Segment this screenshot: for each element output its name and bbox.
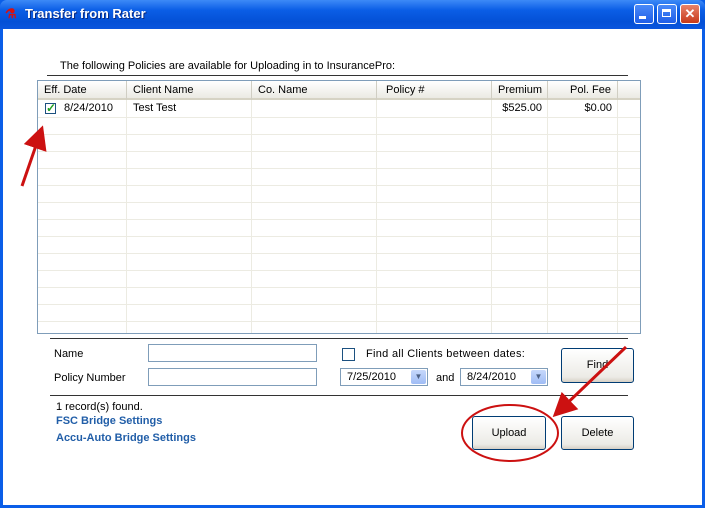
divider <box>50 395 628 396</box>
empty-row <box>38 185 640 203</box>
accu-auto-bridge-settings-link[interactable]: Accu-Auto Bridge Settings <box>56 432 196 444</box>
chevron-down-icon[interactable]: ▼ <box>531 370 546 384</box>
table-row[interactable]: ✓ 8/24/2010 Test Test $525.00 $0.00 <box>38 100 640 118</box>
date-to-value: 8/24/2010 <box>467 371 516 383</box>
empty-row <box>38 287 640 305</box>
chevron-down-icon[interactable]: ▼ <box>411 370 426 384</box>
date-to-select[interactable]: 8/24/2010 ▼ <box>460 368 548 386</box>
date-from-select[interactable]: 7/25/2010 ▼ <box>340 368 428 386</box>
title-bar[interactable]: ⚗ Transfer from Rater ✕ <box>0 0 705 29</box>
col-header-pol-fee[interactable]: Pol. Fee <box>548 81 618 100</box>
col-header-client-name[interactable]: Client Name <box>127 81 252 100</box>
cell-eff-date: 8/24/2010 <box>64 102 113 114</box>
empty-row <box>38 253 640 271</box>
minimize-button[interactable] <box>634 4 654 24</box>
policy-number-input[interactable] <box>148 368 317 386</box>
find-all-checkbox[interactable] <box>342 348 355 361</box>
empty-row <box>38 168 640 186</box>
find-all-label: Find all Clients between dates: <box>366 348 526 360</box>
intro-text: The following Policies are available for… <box>60 60 396 72</box>
cell-policy-num <box>377 100 389 117</box>
window: ⚗ Transfer from Rater ✕ The following Po… <box>0 0 705 508</box>
cell-premium: $525.00 <box>502 102 542 114</box>
checkmark-icon: ✓ <box>46 101 57 115</box>
records-found-status: 1 record(s) found. <box>56 401 143 413</box>
empty-row <box>38 270 640 288</box>
maximize-button[interactable] <box>657 4 677 24</box>
grid-header: Eff. Date Client Name Co. Name Policy # … <box>38 81 640 100</box>
rater-app-icon: ⚗ <box>5 6 17 21</box>
policy-grid[interactable]: Eff. Date Client Name Co. Name Policy # … <box>37 80 641 334</box>
divider <box>47 75 628 76</box>
empty-row <box>38 134 640 152</box>
cell-pol-fee: $0.00 <box>584 102 612 114</box>
close-button[interactable]: ✕ <box>680 4 700 24</box>
empty-row <box>38 151 640 169</box>
name-input[interactable] <box>148 344 317 362</box>
col-header-premium[interactable]: Premium <box>492 81 548 100</box>
cell-co-name <box>252 100 264 117</box>
divider <box>50 338 628 339</box>
maximize-icon <box>662 9 671 17</box>
dialog-body: The following Policies are available for… <box>3 29 702 505</box>
name-label: Name <box>54 348 84 360</box>
empty-row <box>38 219 640 237</box>
delete-button[interactable]: Delete <box>561 416 634 450</box>
col-header-eff-date[interactable]: Eff. Date <box>38 81 127 100</box>
date-from-value: 7/25/2010 <box>347 371 396 383</box>
minimize-icon <box>639 16 646 19</box>
col-header-filler <box>618 81 640 100</box>
cell-client-name: Test Test <box>133 102 177 114</box>
close-icon: ✕ <box>684 6 696 21</box>
empty-row <box>38 117 640 135</box>
upload-button[interactable]: Upload <box>472 416 546 450</box>
empty-row <box>38 236 640 254</box>
find-button[interactable]: Find <box>561 348 634 383</box>
row-select-checkbox[interactable]: ✓ <box>45 101 57 115</box>
empty-row <box>38 202 640 220</box>
col-header-co-name[interactable]: Co. Name <box>252 81 377 100</box>
empty-row <box>38 304 640 322</box>
col-header-policy-num[interactable]: Policy # <box>377 81 492 100</box>
policy-number-label: Policy Number <box>54 372 126 384</box>
window-title: Transfer from Rater <box>25 6 146 21</box>
fsc-bridge-settings-link[interactable]: FSC Bridge Settings <box>56 415 162 427</box>
and-label: and <box>436 372 455 384</box>
